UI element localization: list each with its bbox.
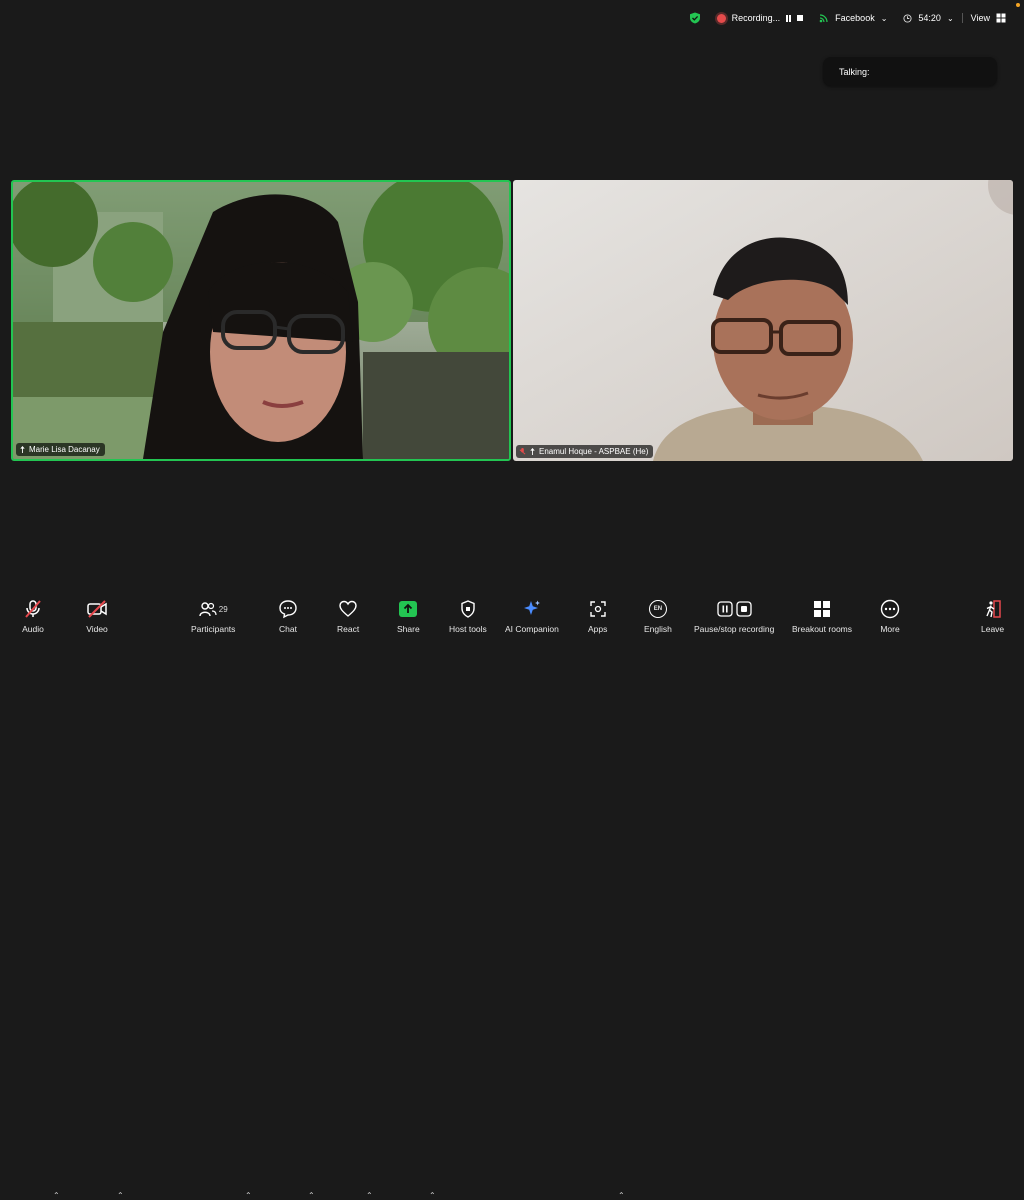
- video-label: Video: [86, 624, 108, 634]
- recording-control-label: Pause/stop recording: [694, 624, 775, 634]
- participant-name: Enamul Hoque - ASPBAE (He): [539, 447, 649, 456]
- language-label: English: [644, 624, 672, 634]
- pin-icon: [530, 448, 535, 455]
- recording-label: Recording...: [731, 13, 781, 23]
- leave-door-icon: [985, 600, 1001, 618]
- chevron-down-icon[interactable]: ⌄: [947, 14, 954, 23]
- share-button[interactable]: Share: [397, 597, 420, 634]
- participants-icon: [199, 602, 217, 617]
- shield-check-icon: [689, 12, 700, 24]
- language-button[interactable]: EN English: [644, 597, 672, 634]
- participants-button[interactable]: 29 Participants: [191, 597, 235, 634]
- chevron-up-icon[interactable]: ⌃: [117, 1191, 124, 1200]
- chevron-up-icon[interactable]: ⌃: [245, 1191, 252, 1200]
- muted-microphone-icon: [25, 600, 41, 618]
- muted-mic-icon: [519, 448, 526, 455]
- participant-video: [513, 180, 1013, 461]
- audio-label: Audio: [22, 624, 44, 634]
- meeting-toolbar: Audio ⌃ Video ⌃ 29 Participants ⌃ Chat ⌃…: [0, 588, 1024, 1200]
- participant-video: [13, 182, 509, 459]
- language-badge: EN: [653, 606, 663, 612]
- audio-button[interactable]: Audio: [22, 597, 44, 634]
- recording-indicator[interactable]: Recording...: [709, 13, 812, 23]
- chevron-up-icon[interactable]: ⌃: [366, 1191, 373, 1200]
- chevron-down-icon[interactable]: ⌄: [881, 14, 888, 23]
- security-indicator[interactable]: [681, 12, 709, 24]
- livestream-icon: [819, 14, 828, 23]
- pause-stop-recording-button[interactable]: Pause/stop recording: [694, 597, 774, 634]
- stop-recording-icon[interactable]: [797, 15, 804, 21]
- chat-button[interactable]: Chat: [278, 597, 298, 634]
- grid-view-icon: [996, 13, 1006, 23]
- view-label: View: [970, 13, 990, 23]
- pin-icon: [20, 446, 25, 453]
- talking-label: Talking:: [839, 66, 870, 77]
- breakout-rooms-icon: [814, 601, 830, 617]
- clock-icon: [903, 13, 912, 23]
- chevron-up-icon[interactable]: ⌃: [53, 1191, 60, 1200]
- more-label: More: [880, 624, 900, 634]
- breakout-rooms-label: Breakout rooms: [792, 624, 852, 634]
- participant-name-tag: Enamul Hoque - ASPBAE (He): [516, 445, 654, 458]
- meeting-timer[interactable]: 54:20 ⌄: [895, 13, 961, 23]
- shield-icon: [461, 600, 475, 618]
- host-tools-label: Host tools: [449, 624, 487, 634]
- apps-label: Apps: [588, 624, 608, 634]
- ai-companion-button[interactable]: AI Companion: [505, 597, 559, 634]
- ai-companion-label: AI Companion: [505, 624, 559, 634]
- more-button[interactable]: More: [880, 597, 900, 634]
- sparkle-icon: [523, 600, 540, 615]
- video-off-icon: [87, 600, 107, 618]
- video-button[interactable]: Video: [86, 597, 108, 634]
- heart-icon: [339, 600, 357, 617]
- participant-name: Marie Lisa Dacanay: [29, 445, 100, 454]
- video-tile[interactable]: Enamul Hoque - ASPBAE (He): [513, 180, 1013, 461]
- react-button[interactable]: React: [337, 597, 359, 634]
- view-button[interactable]: View: [963, 13, 1014, 23]
- video-tile-active-speaker[interactable]: Marie Lisa Dacanay: [11, 180, 511, 461]
- react-label: React: [337, 624, 360, 634]
- leave-button[interactable]: Leave: [981, 597, 1004, 634]
- share-screen-icon: [399, 601, 418, 617]
- host-tools-button[interactable]: Host tools: [449, 597, 487, 634]
- chat-icon: [279, 600, 297, 619]
- pause-icon: [717, 601, 733, 617]
- share-label: Share: [397, 624, 420, 634]
- breakout-rooms-button[interactable]: Breakout rooms: [792, 597, 852, 634]
- apps-button[interactable]: Apps: [588, 597, 607, 634]
- chevron-up-icon[interactable]: ⌃: [618, 1191, 625, 1200]
- timer-value: 54:20: [918, 13, 941, 23]
- chat-label: Chat: [279, 624, 297, 634]
- participants-count: 29: [218, 604, 228, 614]
- record-icon: [716, 13, 726, 23]
- chevron-up-icon[interactable]: ⌃: [308, 1191, 315, 1200]
- livestream-indicator[interactable]: Facebook ⌄: [811, 13, 895, 23]
- chevron-up-icon[interactable]: ⌃: [429, 1191, 436, 1200]
- meeting-status-bar: Recording... Facebook ⌄ 54:20 ⌄ View: [681, 8, 1014, 28]
- apps-icon: [589, 601, 606, 617]
- notification-dot: [1016, 3, 1020, 7]
- language-icon: EN: [648, 600, 667, 618]
- pause-recording-icon[interactable]: [786, 14, 792, 22]
- talking-indicator: Talking:: [823, 57, 997, 86]
- stop-icon: [736, 601, 752, 617]
- more-icon: [880, 599, 900, 619]
- livestream-label: Facebook: [835, 13, 875, 23]
- participants-label: Participants: [191, 624, 236, 634]
- participant-name-tag: Marie Lisa Dacanay: [16, 443, 105, 456]
- leave-label: Leave: [981, 624, 1005, 634]
